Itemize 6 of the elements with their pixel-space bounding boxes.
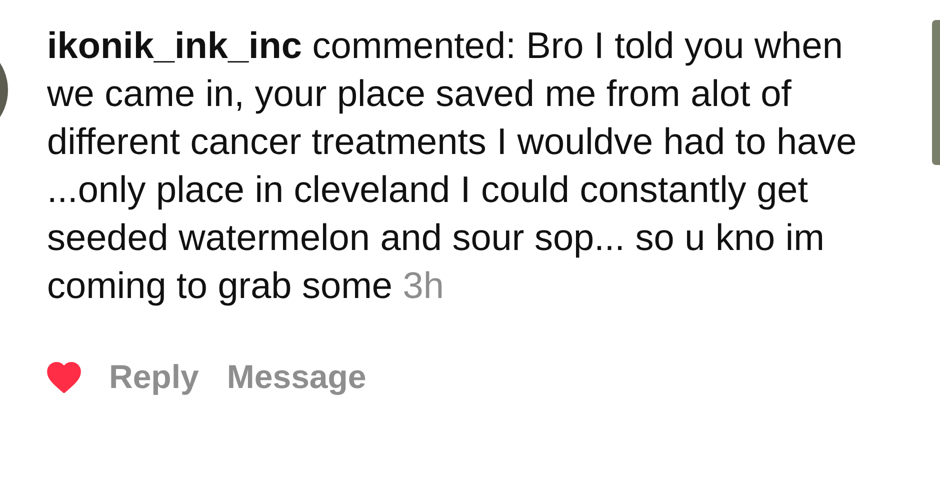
action-button[interactable]: Message bbox=[226, 358, 366, 396]
heart-icon[interactable] bbox=[47, 362, 81, 392]
comment-text: ikonik_ink_inc commented: Bro I told you when we came in, your place saved me from alot of different cancer treatments I wouldve had to have ...only place in cleveland I could constantly get seeded watermelon and sour sop... so u kno im coming to grab some 3h bbox=[47, 24, 858, 308]
username-link[interactable]: ikonik_ink_inc bbox=[47, 25, 302, 66]
action-button[interactable]: Reply bbox=[109, 358, 199, 396]
post-thumbnail-placeholder[interactable] bbox=[932, 20, 940, 165]
